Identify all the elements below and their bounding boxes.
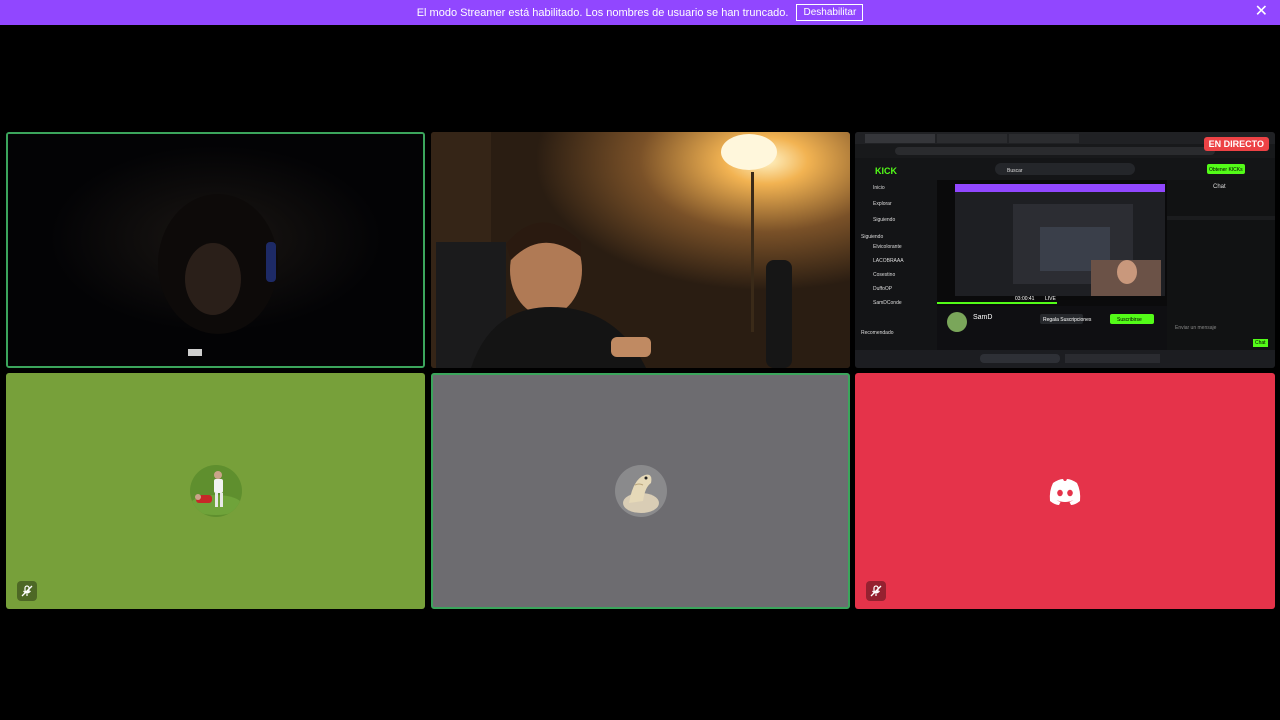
video-tile-avatar-red[interactable] — [855, 373, 1275, 609]
kick-chat-input: Enviar un mensaje — [1175, 325, 1217, 331]
kick-followed-1: Elvicolorante — [873, 244, 902, 250]
kick-chat-button: Chat — [1253, 339, 1268, 347]
kick-time: 03:00:41 — [1015, 296, 1035, 302]
close-icon[interactable]: ✕ — [1255, 4, 1268, 20]
video-tile-webcam-lit[interactable] — [431, 132, 850, 368]
video-tile-screen-share[interactable]: KICK Buscar Obtener KICKs Inicio Explora… — [855, 132, 1275, 368]
kick-nav-following: Siguiendo — [873, 217, 896, 223]
video-tile-avatar-gray[interactable] — [431, 373, 850, 609]
mic-muted-icon — [866, 581, 886, 601]
mic-muted-icon — [17, 581, 37, 601]
kick-followed-4: DuffoOP — [873, 286, 893, 292]
user-avatar-gecko — [614, 465, 667, 517]
kick-live-label: LIVE — [1045, 296, 1056, 302]
discord-logo-icon — [1045, 471, 1085, 511]
kick-nav-explore: Explorar — [873, 201, 892, 207]
kick-nav-home: Inicio — [873, 185, 885, 191]
webcam-feed-dark — [8, 134, 423, 366]
kick-followed-header: Siguiendo — [861, 234, 884, 240]
kick-recommended-header: Recomendado — [861, 330, 894, 336]
webcam-feed-lit — [431, 132, 850, 368]
video-tile-webcam-dark[interactable] — [6, 132, 425, 368]
kick-gift-button: Regala Suscripciones — [1043, 317, 1092, 323]
kick-kicks-button: Obtener KICKs — [1209, 167, 1243, 173]
user-avatar-soccer — [189, 465, 242, 517]
kick-subscribe-button: Suscribirse — [1117, 317, 1142, 323]
kick-streamer-name: SamD — [973, 314, 993, 321]
kick-followed-5: SamDConde — [873, 300, 902, 306]
kick-followed-3: Cosestino — [873, 272, 896, 278]
streamer-mode-banner: El modo Streamer está habilitado. Los no… — [0, 0, 1280, 25]
streamer-mode-message: El modo Streamer está habilitado. Los no… — [416, 6, 789, 19]
kick-followed-2: LACOBRAAA — [873, 258, 904, 264]
kick-logo: KICK — [875, 166, 897, 176]
video-tile-avatar-green[interactable] — [6, 373, 425, 609]
live-badge: EN DIRECTO — [1203, 137, 1269, 151]
kick-chat-header: Chat — [1213, 184, 1226, 190]
disable-streamer-mode-button[interactable]: Deshabilitar — [796, 4, 864, 21]
kick-search: Buscar — [1007, 168, 1023, 174]
